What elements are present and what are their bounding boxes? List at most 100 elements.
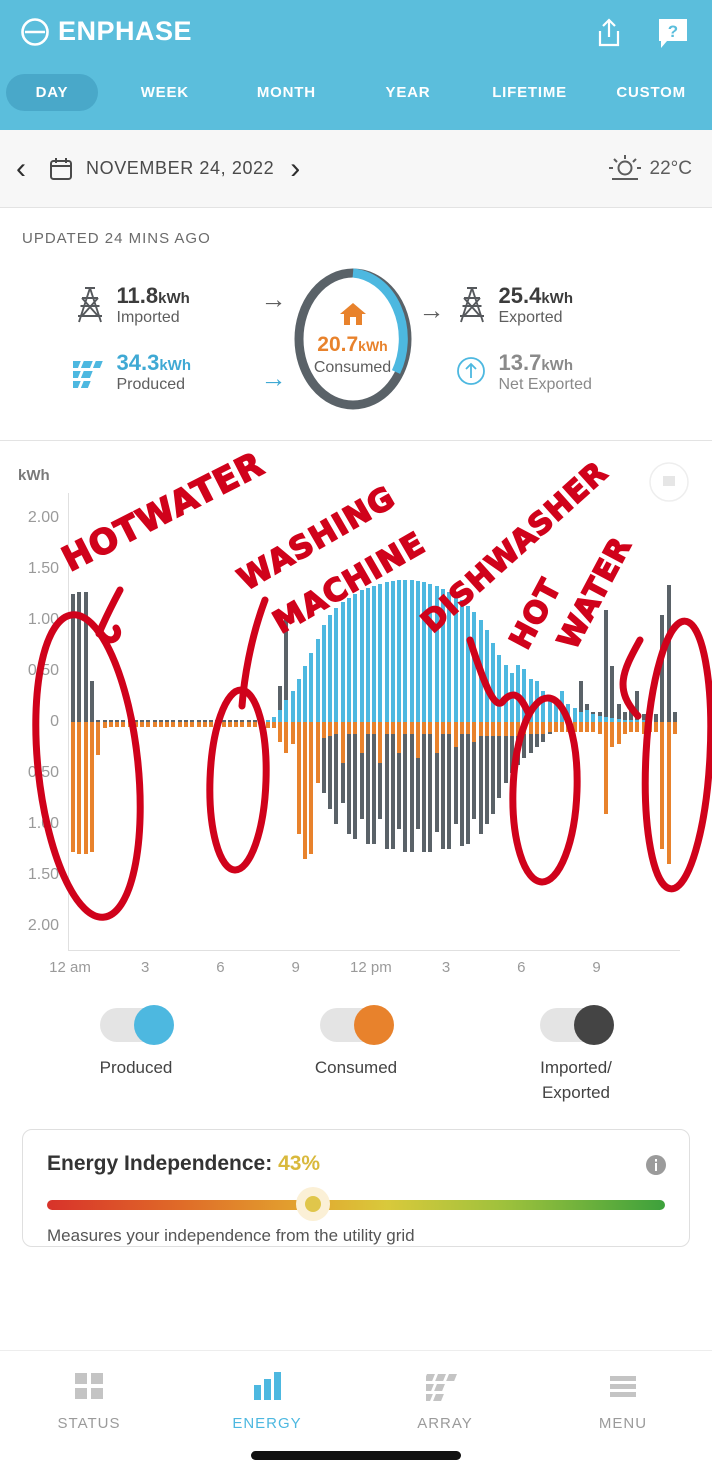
chart-bar	[528, 722, 533, 735]
chart-bar	[654, 722, 659, 733]
chart-bar	[71, 593, 76, 722]
arrow-produced-to-home: →	[260, 363, 287, 393]
prev-day-button[interactable]: ‹	[0, 153, 42, 184]
chart-bar	[328, 722, 333, 737]
x-tick: 9	[291, 959, 300, 976]
chart-bar	[378, 722, 383, 763]
independence-meter[interactable]	[47, 1187, 665, 1222]
chart-bar	[340, 601, 345, 722]
date-navigation-bar: ‹ NOVEMBER 24, 2022 › 22°C	[0, 130, 712, 208]
chart-bar	[309, 652, 314, 722]
switch-knob-produced[interactable]	[134, 1005, 174, 1045]
home-indicator	[251, 1451, 461, 1460]
toggle-consumed[interactable]: Consumed	[266, 1005, 446, 1081]
chart-bar	[453, 722, 458, 748]
chart-bar	[359, 589, 364, 722]
chart-bar	[340, 722, 345, 763]
chart-bar	[384, 581, 389, 722]
grid-squares-icon	[75, 1373, 103, 1399]
chart-bar	[491, 722, 496, 737]
chart-bar	[158, 722, 163, 728]
tab-day[interactable]: DAY	[6, 74, 98, 111]
chart-bar	[472, 722, 477, 743]
brand: ENPHASE	[20, 16, 192, 47]
chart-bar	[578, 711, 583, 722]
chart-bar	[359, 722, 364, 753]
nav-array[interactable]: ARRAY	[356, 1369, 534, 1432]
chart-bar	[365, 722, 370, 735]
consumption-donut: 20.7kWh Consumed	[291, 265, 415, 413]
tab-lifetime[interactable]: LIFETIME	[469, 74, 591, 111]
energy-independence-title: Energy Independence: 43%	[47, 1152, 321, 1176]
help-bubble-icon[interactable]: ?	[656, 16, 690, 50]
switch-track-imported-exported[interactable]	[540, 1005, 614, 1045]
switch-knob-imported-exported[interactable]	[574, 1005, 614, 1045]
hamburger-icon	[610, 1376, 636, 1397]
chart-bar	[484, 722, 489, 824]
chart-bar	[553, 699, 558, 722]
y-tick: 1.50	[27, 560, 59, 578]
chart-bar	[384, 722, 389, 850]
tab-week[interactable]: WEEK	[104, 74, 226, 111]
chart-bar	[77, 591, 82, 722]
chart-bar	[478, 620, 483, 722]
chart-bar	[372, 585, 377, 722]
chart-bar	[422, 722, 427, 853]
switch-track-consumed[interactable]	[320, 1005, 394, 1045]
chart-bar	[447, 722, 452, 735]
chart-bar	[177, 722, 182, 728]
energy-independence-card: Energy Independence: 43% Measures your i…	[22, 1129, 690, 1248]
y-tick: 0.50	[27, 662, 59, 680]
chart-bar	[165, 722, 170, 728]
chart-bar	[102, 722, 107, 729]
toggle-imported-exported[interactable]: Imported/Exported	[486, 1005, 666, 1105]
chart-bar	[296, 722, 301, 834]
chart-bar	[466, 722, 471, 845]
chart-bar	[528, 679, 533, 722]
chart-bar	[265, 722, 270, 729]
chart-bar	[459, 722, 464, 735]
chart-bar	[522, 669, 527, 722]
chart-bar	[278, 722, 283, 743]
toggle-label-produced: Produced	[99, 1058, 173, 1077]
pylon-icon	[459, 286, 484, 323]
chart-bar	[252, 722, 257, 728]
nav-status[interactable]: STATUS	[0, 1369, 178, 1432]
toggle-produced[interactable]: Produced	[46, 1005, 226, 1081]
energy-independence-subtitle: Measures your independence from the util…	[47, 1226, 415, 1246]
chart-bar	[484, 630, 489, 722]
switch-track-produced[interactable]	[100, 1005, 174, 1045]
chart-bar	[353, 593, 358, 722]
chart-bar	[422, 722, 427, 735]
tab-year[interactable]: YEAR	[347, 74, 469, 111]
y-tick: 1.00	[27, 814, 59, 832]
y-tick: 1.50	[27, 865, 59, 883]
next-day-button[interactable]: ›	[274, 153, 316, 184]
chart-bar	[390, 722, 395, 735]
stat-exported: 25.4kWh Exported	[455, 282, 574, 327]
nav-menu[interactable]: MENU	[534, 1369, 712, 1432]
switch-knob-consumed[interactable]	[354, 1005, 394, 1045]
app-header: ENPHASE ? DAY WEEK MONTH YEAR LIFETIME C…	[0, 0, 712, 130]
chart-bar	[503, 722, 508, 737]
x-tick: 12 am	[49, 959, 91, 976]
share-icon[interactable]	[592, 16, 626, 50]
info-icon[interactable]	[645, 1154, 667, 1176]
exported-value: 25.4kWh	[498, 282, 574, 308]
chart-bar	[660, 722, 665, 850]
brand-text: ENPHASE	[58, 16, 193, 46]
chart-bar	[522, 722, 527, 735]
y-tick: 1.00	[27, 611, 59, 629]
chart-bar	[666, 722, 671, 865]
date-display[interactable]: NOVEMBER 24, 2022	[48, 156, 274, 182]
chart-bar	[234, 722, 239, 728]
meter-knob[interactable]	[295, 1187, 330, 1222]
bottom-navigation: STATUS ENERGY ARRAY MENU	[0, 1350, 712, 1468]
nav-label-energy: ENERGY	[232, 1415, 302, 1432]
consumed-value: 20.7kWh	[317, 333, 388, 356]
x-tick: 3	[141, 959, 150, 976]
chart-bar	[71, 722, 76, 853]
tab-month[interactable]: MONTH	[226, 74, 348, 111]
tab-custom[interactable]: CUSTOM	[590, 74, 712, 111]
nav-energy[interactable]: ENERGY	[178, 1369, 356, 1432]
